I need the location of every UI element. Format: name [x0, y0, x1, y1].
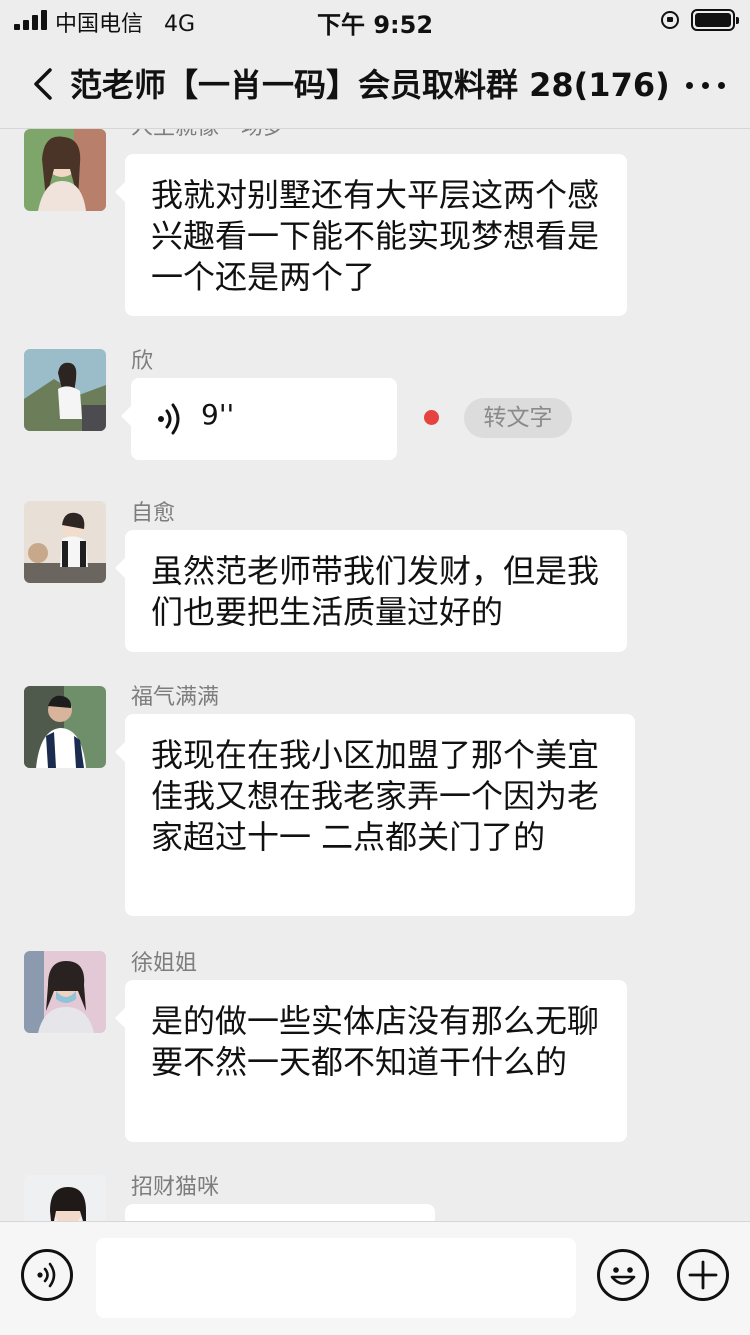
voice-wave-icon: [158, 403, 180, 435]
chat-header: 范老师【一肖一码】会员取料群 28(176): [0, 40, 750, 129]
voice-message-bubble[interactable]: 9'': [121, 378, 397, 460]
voice-input-button[interactable]: [21, 1249, 73, 1301]
voice-duration: 9'': [201, 398, 235, 431]
emoji-button[interactable]: [597, 1249, 649, 1301]
sender-name: 招财猫咪: [131, 1175, 220, 1200]
message-bubble[interactable]: 是的做一些实体店没有那么无聊要不然一天都不知道干什么的: [115, 980, 627, 1142]
sender-name: 自愈: [131, 501, 176, 526]
more-icon[interactable]: [682, 70, 730, 100]
message-bubble[interactable]: 虽然范老师带我们发财，但是我们也要把生活质量过好的: [115, 530, 627, 652]
message-bubble[interactable]: [125, 1204, 435, 1221]
chat-title: 范老师【一肖一码】会员取料群 28(176): [70, 66, 670, 104]
status-bar: 中国电信 4G 下午 9:52: [0, 0, 750, 40]
plus-icon: [688, 1260, 718, 1290]
message-bubble[interactable]: 我就对别墅还有大平层这两个感兴趣看一下能不能实现梦想看是一个还是两个了: [115, 154, 627, 316]
avatar[interactable]: [24, 349, 106, 431]
avatar[interactable]: [24, 501, 106, 583]
smiley-icon: [610, 1267, 636, 1285]
avatar[interactable]: [24, 686, 106, 768]
voice-icon: [37, 1262, 56, 1288]
input-bar: [0, 1221, 750, 1335]
battery-icon: [691, 9, 739, 31]
more-functions-button[interactable]: [677, 1249, 729, 1301]
convert-to-text-button[interactable]: 转文字: [464, 398, 572, 438]
sender-name: 欣: [131, 349, 154, 374]
avatar[interactable]: [24, 129, 106, 211]
avatar[interactable]: [24, 1175, 106, 1221]
back-icon[interactable]: [26, 64, 66, 104]
message-list[interactable]: 人生就像一场梦 我就对别墅还有大平层这两个感兴趣看一下能不能实现梦想看是一个还是…: [0, 129, 750, 1221]
sender-name: 福气满满: [131, 685, 220, 710]
unread-dot: [424, 410, 439, 425]
sender-name: 人生就像一场梦: [131, 129, 285, 141]
message-bubble[interactable]: 我现在在我小区加盟了那个美宜佳我又想在我老家弄一个因为老家超过十一 二点都关门了…: [115, 714, 635, 916]
avatar[interactable]: [24, 951, 106, 1033]
sender-name: 徐姐姐: [131, 951, 198, 976]
status-time: 下午 9:52: [316, 11, 434, 39]
rotation-lock-icon: [661, 11, 679, 29]
message-input[interactable]: [96, 1238, 576, 1318]
